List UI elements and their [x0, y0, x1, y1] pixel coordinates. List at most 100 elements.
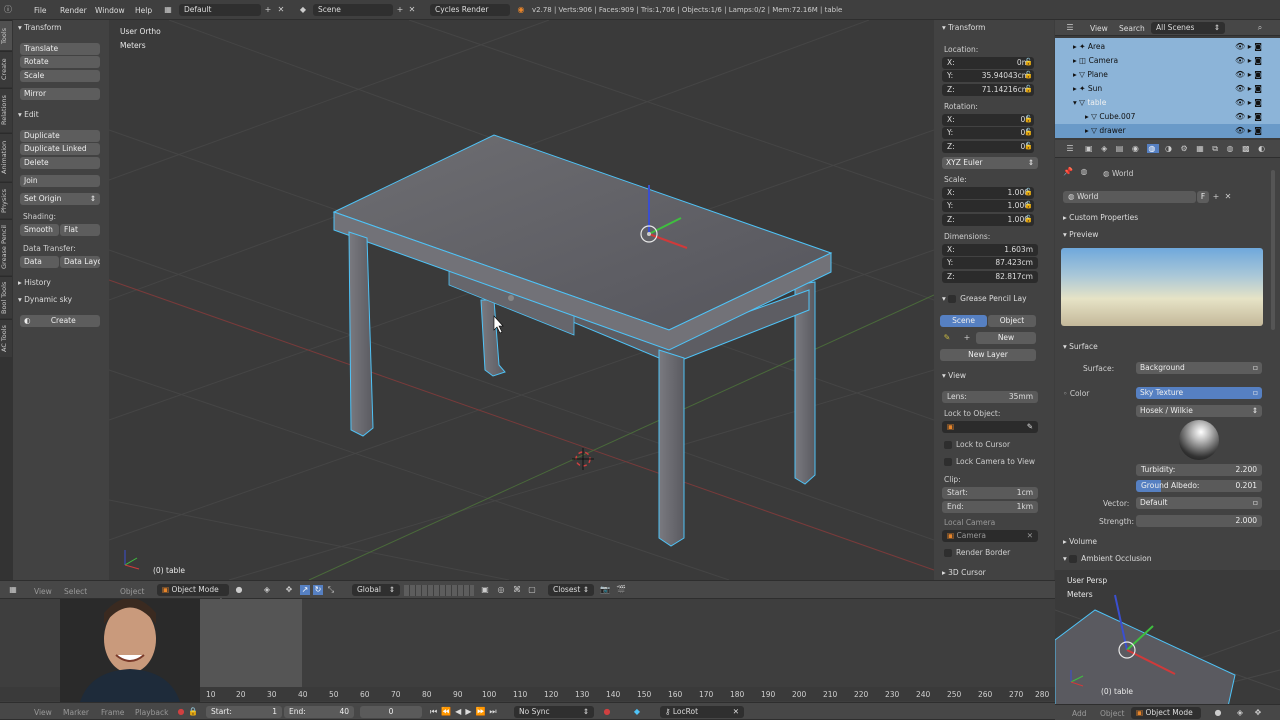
clip-end-field[interactable]: End: 1km	[942, 501, 1038, 513]
custom-properties-header[interactable]: ▸ Custom Properties	[1063, 213, 1138, 222]
create-sky-button[interactable]: ◐ Create	[20, 315, 100, 327]
mini-pivot-icon[interactable]: ◈	[1235, 708, 1245, 718]
outliner-editor-icon[interactable]: ☰	[1065, 23, 1075, 33]
edit-panel-header[interactable]: ▾ Edit	[18, 110, 39, 119]
ground-albedo-field[interactable]: Ground Albedo: 0.201	[1136, 480, 1262, 492]
add-icon[interactable]: +	[962, 333, 972, 343]
tab-create[interactable]: Create	[0, 51, 12, 87]
timeline-marker-menu[interactable]: Marker	[63, 708, 89, 717]
scale-button[interactable]: Scale	[20, 70, 100, 82]
tab-animation[interactable]: Animation	[0, 133, 12, 181]
gp-new-button[interactable]: New	[976, 332, 1036, 344]
manipulator-toggle-icon[interactable]: ✥	[284, 585, 294, 595]
visibility-icons[interactable]: 👁 ▸ ◙ 👁 ▸ ◙ 👁 ▸ ◙ 👁 ▸ ◙ 👁 ▸ ◙ 👁 ▸ ◙ 👁 ▸ ◙	[1235, 40, 1275, 138]
fake-user-button[interactable]: F	[1197, 191, 1209, 203]
color-input-dropdown[interactable]: Sky Texture ▫	[1136, 387, 1262, 399]
menu-help[interactable]: Help	[135, 6, 152, 15]
render-border-checkbox[interactable]: Render Border	[944, 548, 1010, 557]
gp-new-layer-button[interactable]: New Layer	[940, 349, 1036, 361]
world-datablock-field[interactable]: ◍ World	[1063, 191, 1196, 203]
tab-ac-tools[interactable]: AC Tools	[0, 319, 12, 357]
lock-icon[interactable]: 🔓	[1024, 188, 1033, 197]
lock-icon[interactable]: 🔓	[1024, 128, 1033, 137]
lock-icon[interactable]: 🔓	[1024, 142, 1033, 151]
tab-relations[interactable]: Relations	[0, 88, 12, 132]
proportional-edit-icon[interactable]: ◎	[496, 585, 506, 595]
translate-manipulator-icon[interactable]: ↗	[300, 585, 310, 595]
menu-render[interactable]: Render	[60, 6, 87, 15]
properties-scrollbar[interactable]	[1271, 170, 1275, 330]
3d-view-editor-icon[interactable]: ▦	[8, 585, 18, 595]
keying-set-icon[interactable]: ◆	[632, 707, 642, 717]
layout-selector[interactable]: Default	[179, 4, 261, 16]
mirror-button[interactable]: Mirror	[20, 88, 100, 100]
surface-shader-dropdown[interactable]: Background ▫	[1136, 362, 1262, 374]
scale-manipulator-icon[interactable]: ⤡	[326, 585, 336, 595]
interaction-mode-dropdown[interactable]: ▣ Object Mode⇕	[157, 584, 229, 606]
lock-icon[interactable]: 🔓	[1024, 115, 1033, 124]
sync-mode-dropdown[interactable]: No Sync ⇕	[514, 706, 594, 718]
add-scene-icon[interactable]: +	[395, 5, 405, 15]
opengl-render-icon[interactable]: 📷	[600, 585, 610, 595]
render-preview-icon[interactable]: ▣	[480, 585, 490, 595]
timeline[interactable]: 0 10 20 30 40 50 60 70 80 90 100 110 120…	[0, 599, 1055, 702]
translate-button[interactable]: Translate	[20, 43, 100, 55]
lock-frame-icon[interactable]: 🔒	[188, 707, 198, 717]
grease-pencil-layers-header[interactable]: ▾ Grease Pencil Lay	[942, 294, 1027, 303]
delete-button[interactable]: Delete	[20, 157, 100, 169]
transform-panel-header[interactable]: ▾ Transform	[18, 23, 61, 32]
record-icon[interactable]: ●	[176, 707, 186, 717]
local-camera-field[interactable]: ▣ Camera ✕	[942, 530, 1038, 542]
mini-manipulator-icon[interactable]: ✥	[1253, 708, 1263, 718]
duplicate-button[interactable]: Duplicate	[20, 130, 100, 142]
lock-object-field[interactable]: ▣ ✎	[942, 421, 1038, 433]
close-layout-icon[interactable]: ✕	[276, 5, 286, 15]
n-transform-header[interactable]: ▾ Transform	[942, 23, 985, 32]
lock-icon[interactable]: 🔓	[1024, 201, 1033, 210]
timeline-frame-menu[interactable]: Frame	[101, 708, 124, 717]
sun-direction-sphere[interactable]	[1179, 420, 1219, 460]
select-menu[interactable]: Select	[64, 587, 87, 596]
set-origin-dropdown[interactable]: Set Origin ⇕	[20, 193, 100, 205]
properties-tab-icons[interactable]: ▣ ◈ ▤ ◉ ◍ ◑ ⚙ ▦ ⧉ ◍ ▩ ◐	[1085, 144, 1268, 154]
transform-orientation-dropdown[interactable]: Global ⇕	[352, 584, 400, 596]
rotation-mode-dropdown[interactable]: XYZ Euler ⇕	[942, 157, 1038, 169]
layout-icon[interactable]: ▦	[163, 5, 173, 15]
dynamic-sky-panel-header[interactable]: ▾ Dynamic sky	[18, 295, 72, 304]
unlink-world-icon[interactable]: ✕	[1223, 192, 1233, 202]
location-y-field[interactable]: Y: 35.94043cm	[942, 70, 1034, 82]
grease-pencil-checkbox[interactable]	[948, 295, 957, 303]
strength-field[interactable]: 2.000	[1136, 515, 1262, 527]
mini-shading-icon[interactable]: ●	[1213, 708, 1223, 718]
sky-type-dropdown[interactable]: Hosek / Wilkie ⇕	[1136, 405, 1262, 417]
pin-icon[interactable]: 📌	[1063, 167, 1073, 177]
eyedropper-icon[interactable]: ✎	[1027, 421, 1033, 433]
turbidity-field[interactable]: Turbidity: 2.200	[1136, 464, 1262, 476]
location-x-field[interactable]: X: 0m	[942, 57, 1034, 69]
lock-icon[interactable]: 🔓	[1024, 71, 1033, 80]
view-panel-header[interactable]: ▾ View	[942, 371, 966, 380]
start-frame-field[interactable]: Start: 1	[206, 706, 282, 718]
lock-icon[interactable]: 🔓	[1024, 85, 1033, 94]
3d-cursor-panel-header[interactable]: ▸ 3D Cursor	[942, 568, 986, 577]
tab-tools[interactable]: Tools	[0, 20, 12, 50]
timeline-view-menu[interactable]: View	[34, 708, 52, 717]
outliner-search-menu[interactable]: Search	[1119, 24, 1145, 33]
ao-checkbox[interactable]	[1069, 555, 1078, 563]
dimension-y-field[interactable]: Y: 87.423cm	[942, 257, 1038, 269]
rotate-button[interactable]: Rotate	[20, 56, 100, 68]
data-layout-button[interactable]: Data Layo	[60, 256, 100, 268]
viewport-shading-icon[interactable]: ●	[234, 585, 244, 595]
keying-set-field[interactable]: ⚷ LocRot ✕	[660, 706, 744, 718]
join-button[interactable]: Join	[20, 175, 100, 187]
current-frame-field[interactable]: 0	[360, 706, 422, 718]
surface-panel-header[interactable]: ▾ Surface	[1063, 342, 1098, 351]
opengl-anim-icon[interactable]: 🎬	[616, 585, 626, 595]
scale-y-field[interactable]: Y: 1.000	[942, 200, 1034, 212]
gp-object-toggle[interactable]: Object	[988, 315, 1036, 327]
rotation-y-field[interactable]: Y: 0°	[942, 127, 1034, 139]
tab-grease-pencil[interactable]: Grease Pencil	[0, 219, 12, 275]
rotation-x-field[interactable]: X: 0°	[942, 114, 1034, 126]
clip-start-field[interactable]: Start: 1cm	[942, 487, 1038, 499]
outliner-filter-dropdown[interactable]: All Scenes ⇕	[1151, 22, 1225, 34]
